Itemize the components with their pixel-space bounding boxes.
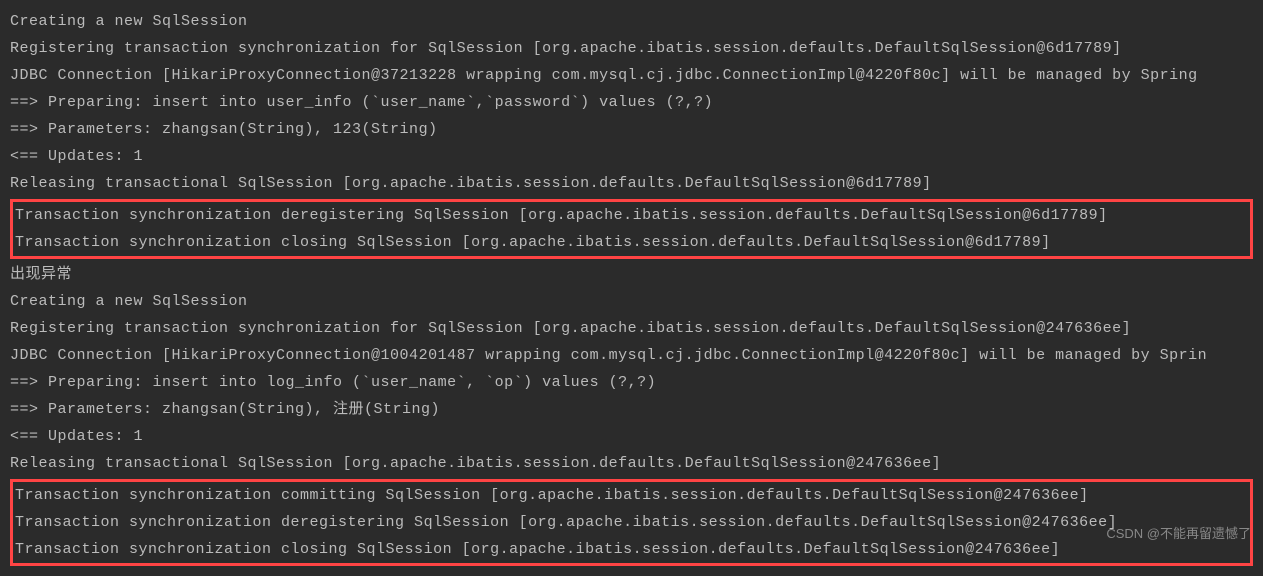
log-line: Transaction synchronization deregisterin… [15, 509, 1248, 536]
log-line: Creating a new SqlSession [10, 288, 1253, 315]
log-line: Transaction synchronization closing SqlS… [15, 229, 1248, 256]
log-line: <== Updates: 1 [10, 143, 1253, 170]
log-line: ==> Parameters: zhangsan(String), 注册(Str… [10, 396, 1253, 423]
log-line: ==> Preparing: insert into log_info (`us… [10, 369, 1253, 396]
log-line: Registering transaction synchronization … [10, 35, 1253, 62]
log-line: Transaction synchronization committing S… [15, 482, 1248, 509]
log-line: Transaction synchronization closing SqlS… [15, 536, 1248, 563]
log-line: JDBC Connection [HikariProxyConnection@3… [10, 62, 1253, 89]
log-line: Registering transaction synchronization … [10, 315, 1253, 342]
log-line: Creating a new SqlSession [10, 8, 1253, 35]
log-line: Transaction synchronization deregisterin… [15, 202, 1248, 229]
log-line: ==> Parameters: zhangsan(String), 123(St… [10, 116, 1253, 143]
log-line: Releasing transactional SqlSession [org.… [10, 170, 1253, 197]
log-line-exception: 出现异常 [10, 261, 1253, 288]
log-line: <== Updates: 1 [10, 423, 1253, 450]
log-line: Releasing transactional SqlSession [org.… [10, 450, 1253, 477]
log-line: ==> Preparing: insert into user_info (`u… [10, 89, 1253, 116]
log-line: JDBC Connection [HikariProxyConnection@1… [10, 342, 1253, 369]
highlight-box-1: Transaction synchronization deregisterin… [10, 199, 1253, 259]
